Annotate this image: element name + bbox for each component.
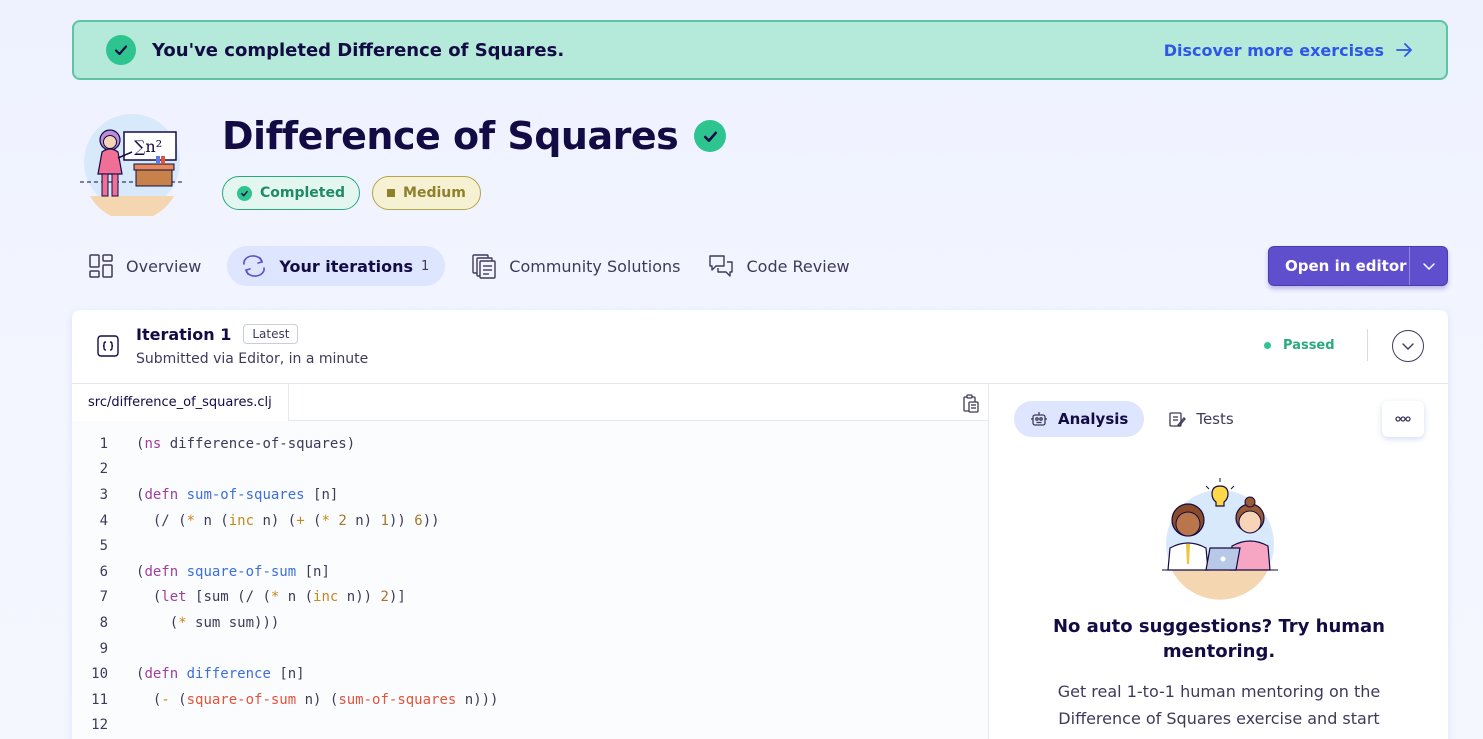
code-line: 7 (let [sum (/ (* n (inc n)) 2)]: [72, 585, 988, 611]
tab-community-solutions-label[interactable]: Community Solutions: [509, 257, 680, 276]
analysis-panel: Analysis Tests No auto suggestions? Try …: [990, 384, 1448, 739]
completed-tag-label: Completed: [260, 185, 346, 201]
code-text: (defn square-of-sum [n]: [136, 563, 330, 580]
iteration-title: Iteration 1: [136, 324, 232, 344]
completion-banner: You've completed Difference of Squares. …: [72, 20, 1448, 80]
line-number: 8: [99, 614, 108, 631]
expand-iteration-button[interactable]: [1392, 330, 1424, 362]
iteration-header: Iteration 1 Latest Submitted via Editor,…: [72, 310, 1448, 384]
tab-tests[interactable]: Tests: [1152, 401, 1249, 437]
code-line: 3 (defn sum-of-squares [n]: [72, 482, 988, 508]
open-editor-dropdown[interactable]: [1409, 247, 1447, 285]
difficulty-square-icon: [387, 189, 396, 197]
code-file-icon: [97, 335, 119, 357]
iteration-subtitle: Submitted via Editor, in a minute: [136, 351, 369, 367]
line-number: 3: [99, 486, 108, 503]
completed-check-icon: [694, 120, 727, 152]
tests-icon: [1169, 412, 1187, 427]
line-number: 9: [99, 640, 108, 657]
code-line: 6 (defn square-of-sum [n]: [72, 559, 988, 585]
line-number: 4: [99, 512, 108, 529]
iteration-card: Iteration 1 Latest Submitted via Editor,…: [72, 310, 1448, 739]
tab-code-review[interactable]: Code Review: [706, 246, 851, 286]
tab-your-iterations[interactable]: Your iterations 1: [227, 246, 446, 286]
banner-message: You've completed Difference of Squares.: [152, 39, 565, 61]
tab-overview-label[interactable]: Overview: [126, 257, 201, 276]
tab-analysis-label[interactable]: Analysis: [1058, 410, 1128, 428]
code-line: 12: [72, 713, 988, 739]
iterations-icon: [243, 255, 266, 277]
code-line: 2: [72, 457, 988, 483]
tab-community-solutions[interactable]: Community Solutions: [469, 246, 682, 286]
code-view: 1 (ns difference-of-squares) 2 3 (defn sum…: [72, 421, 988, 738]
code-line: 8 (* sum sum))): [72, 610, 988, 636]
line-number: 12: [91, 717, 108, 734]
code-line: 5: [72, 533, 988, 559]
difficulty-tag-label: Medium: [403, 185, 466, 201]
line-number: 1: [99, 435, 108, 452]
overview-icon: [89, 254, 113, 278]
svg-text:∑n²: ∑n²: [134, 137, 162, 156]
exercise-illustration-icon: ∑n²: [80, 114, 184, 216]
tab-analysis[interactable]: Analysis: [1014, 401, 1145, 437]
mentoring-title: No auto suggestions? Try human mentoring…: [1052, 616, 1385, 662]
check-icon: [237, 185, 252, 201]
tab-tests-label[interactable]: Tests: [1196, 410, 1233, 428]
more-dots-icon: [1395, 416, 1411, 422]
discover-exercises-label[interactable]: Discover more exercises: [1164, 41, 1384, 60]
code-line: 10 (defn difference [n]: [72, 661, 988, 687]
tab-your-iterations-label[interactable]: Your iterations: [279, 257, 413, 276]
robot-icon: [1031, 412, 1047, 426]
status-dot-icon: [1264, 342, 1271, 349]
code-line: 11 (- (square-of-sum n) (sum-of-squares …: [72, 687, 988, 713]
code-line: 1 (ns difference-of-squares): [72, 431, 988, 457]
arrow-right-icon: [1396, 43, 1412, 57]
exercise-tabs: Overview Your iterations 1 Community Sol…: [86, 246, 876, 286]
file-tab-bar: src/difference_of_squares.clj: [72, 384, 988, 421]
discover-exercises-link[interactable]: Discover more exercises: [1164, 40, 1414, 60]
divider: [1367, 329, 1368, 361]
code-text: (/ (* n (inc n) (+ (* 2 n) 1)) 6)): [136, 512, 440, 529]
latest-badge: Latest: [243, 324, 299, 344]
difficulty-tag: Medium: [372, 176, 481, 210]
code-review-icon: [709, 255, 734, 277]
code-text: (defn sum-of-squares [n]: [136, 486, 339, 503]
status-label: Passed: [1283, 338, 1335, 353]
line-number: 10: [91, 666, 108, 683]
file-tab[interactable]: src/difference_of_squares.clj: [72, 384, 289, 421]
more-options-button[interactable]: [1382, 401, 1424, 437]
page-title: Difference of Squares: [222, 114, 679, 158]
line-number: 6: [99, 563, 108, 580]
tab-overview[interactable]: Overview: [86, 246, 203, 286]
chevron-down-icon: [1422, 263, 1435, 271]
line-number: 5: [99, 538, 108, 555]
iterations-count: 1: [421, 258, 430, 274]
status-badge: Passed: [1264, 338, 1335, 353]
open-in-editor-label[interactable]: Open in editor: [1269, 257, 1409, 275]
tab-code-review-label[interactable]: Code Review: [746, 257, 849, 276]
code-line: 4 (/ (* n (inc n) (+ (* 2 n) 1)) 6)): [72, 508, 988, 534]
code-text: (let [sum (/ (* n (inc n)) 2)]: [136, 589, 406, 606]
code-text: (- (square-of-sum n) (sum-of-squares n))…: [136, 691, 499, 708]
chevron-down-icon: [1402, 343, 1414, 350]
mentoring-illustration-icon: [1162, 478, 1278, 600]
completed-tag: Completed: [222, 176, 361, 210]
open-in-editor-button[interactable]: Open in editor: [1268, 246, 1448, 286]
code-line: 9: [72, 636, 988, 662]
copy-icon[interactable]: [960, 393, 980, 413]
check-icon: [106, 35, 136, 65]
line-number: 2: [99, 461, 108, 478]
code-text: (* sum sum))): [136, 614, 280, 631]
code-text: (ns difference-of-squares): [136, 435, 356, 452]
mentoring-description: Get real 1-to-1 human mentoring on the D…: [1057, 682, 1381, 728]
line-number: 7: [99, 589, 108, 606]
line-number: 11: [91, 691, 108, 708]
code-text: (defn difference [n]: [136, 666, 305, 683]
community-solutions-icon: [472, 254, 496, 279]
code-panel: src/difference_of_squares.clj 1 (ns diffe…: [72, 384, 989, 739]
